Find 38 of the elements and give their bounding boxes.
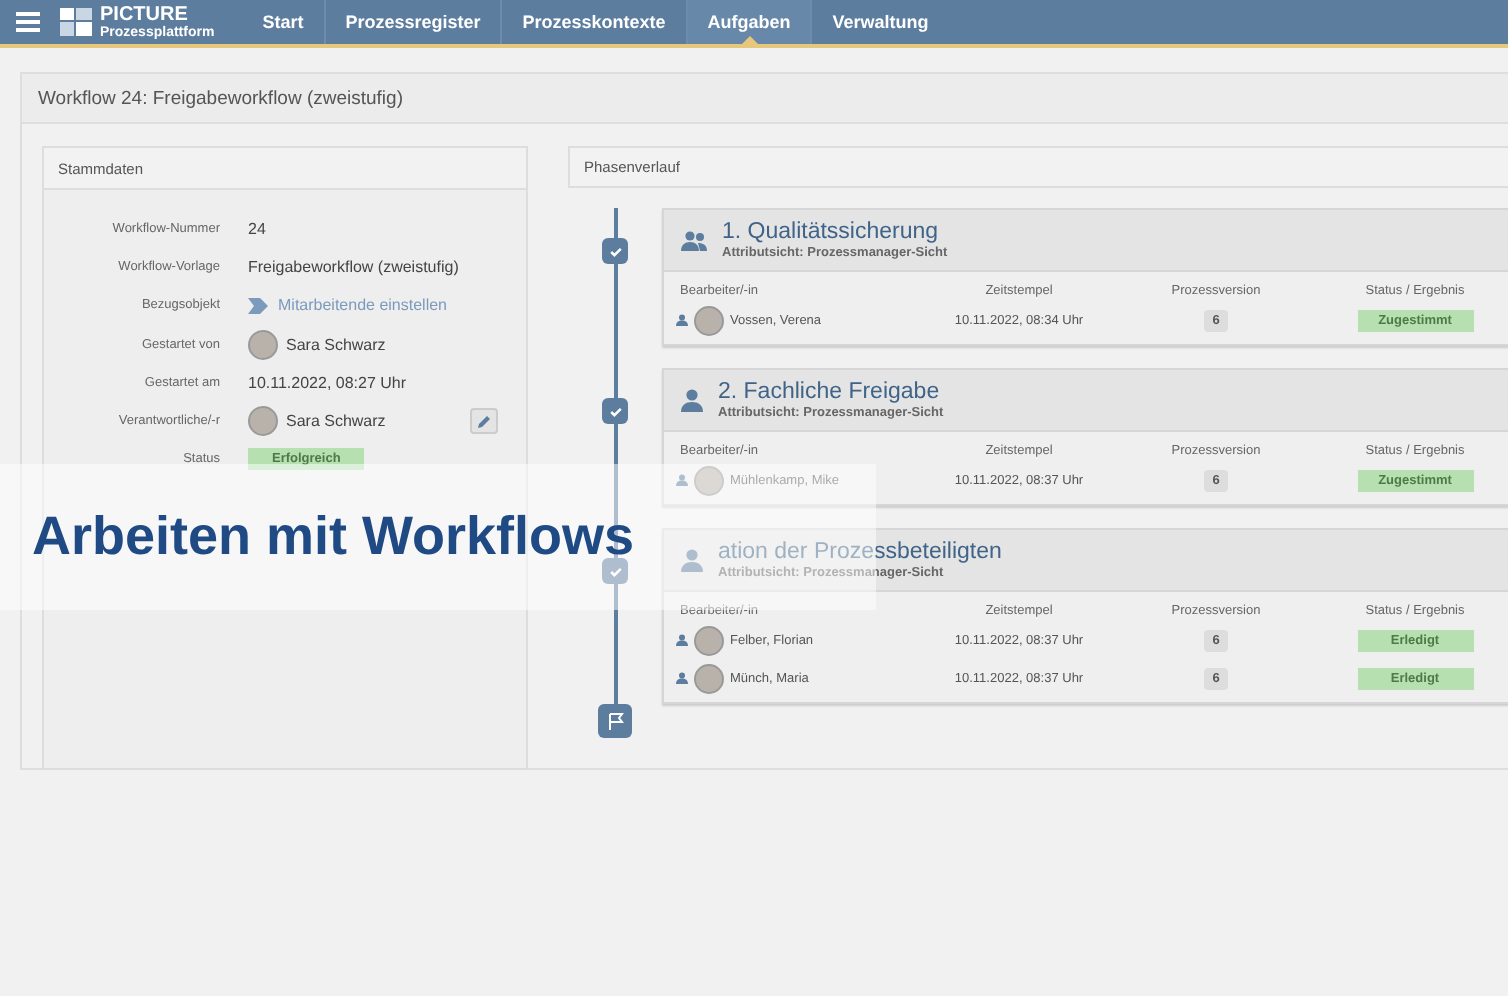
- reference-link[interactable]: Mitarbeitende einstellen: [248, 296, 447, 315]
- avatar: [248, 329, 278, 360]
- avatar: [694, 625, 724, 655]
- nav-tab[interactable]: Aufgaben: [685, 0, 811, 44]
- field-value: 10.11.2022, 08:27 Uhr: [248, 373, 407, 392]
- avatar: [694, 465, 724, 495]
- process-arrow-icon: [248, 297, 268, 314]
- user-icon: [676, 314, 688, 326]
- user-icon: [680, 548, 704, 572]
- field-value: Freigabeworkflow (zweistufig): [248, 258, 459, 277]
- brand-title: PICTURE: [100, 5, 190, 25]
- person-name: Sara Schwarz: [286, 335, 386, 354]
- person-name: Sara Schwarz: [286, 412, 386, 431]
- banner-title: Arbeiten mit Workflows: [32, 506, 635, 568]
- user-icon: [676, 672, 688, 684]
- nav-tab[interactable]: Prozessregister: [323, 0, 501, 44]
- user-icon: [680, 388, 704, 412]
- field-value: 24: [248, 220, 266, 239]
- phase-title: 1. Qualitätssicherung: [722, 220, 941, 246]
- flag-icon: [605, 711, 625, 731]
- nav-tab[interactable]: Start: [242, 0, 324, 44]
- edit-button[interactable]: [470, 408, 498, 435]
- checkmark-icon: [607, 403, 623, 419]
- pencil-icon: [476, 413, 492, 430]
- menu-icon[interactable]: [16, 12, 40, 32]
- avatar: [694, 305, 724, 335]
- phase-title: ation der Prozessbeteiligten: [718, 540, 1002, 566]
- checkmark-icon: [607, 563, 623, 579]
- checkmark-icon: [607, 243, 623, 259]
- logo-icon: [60, 8, 92, 36]
- avatar: [694, 663, 724, 693]
- user-icon: [676, 474, 688, 486]
- avatar: [248, 406, 278, 437]
- user-icon: [676, 634, 688, 646]
- page-title: Workflow 24: Freigabeworkflow (zweistufig): [20, 72, 1508, 124]
- phase-title: 2. Fachliche Freigabe: [718, 380, 942, 406]
- nav-tab[interactable]: Verwaltung: [810, 0, 949, 44]
- users-icon: [680, 229, 708, 251]
